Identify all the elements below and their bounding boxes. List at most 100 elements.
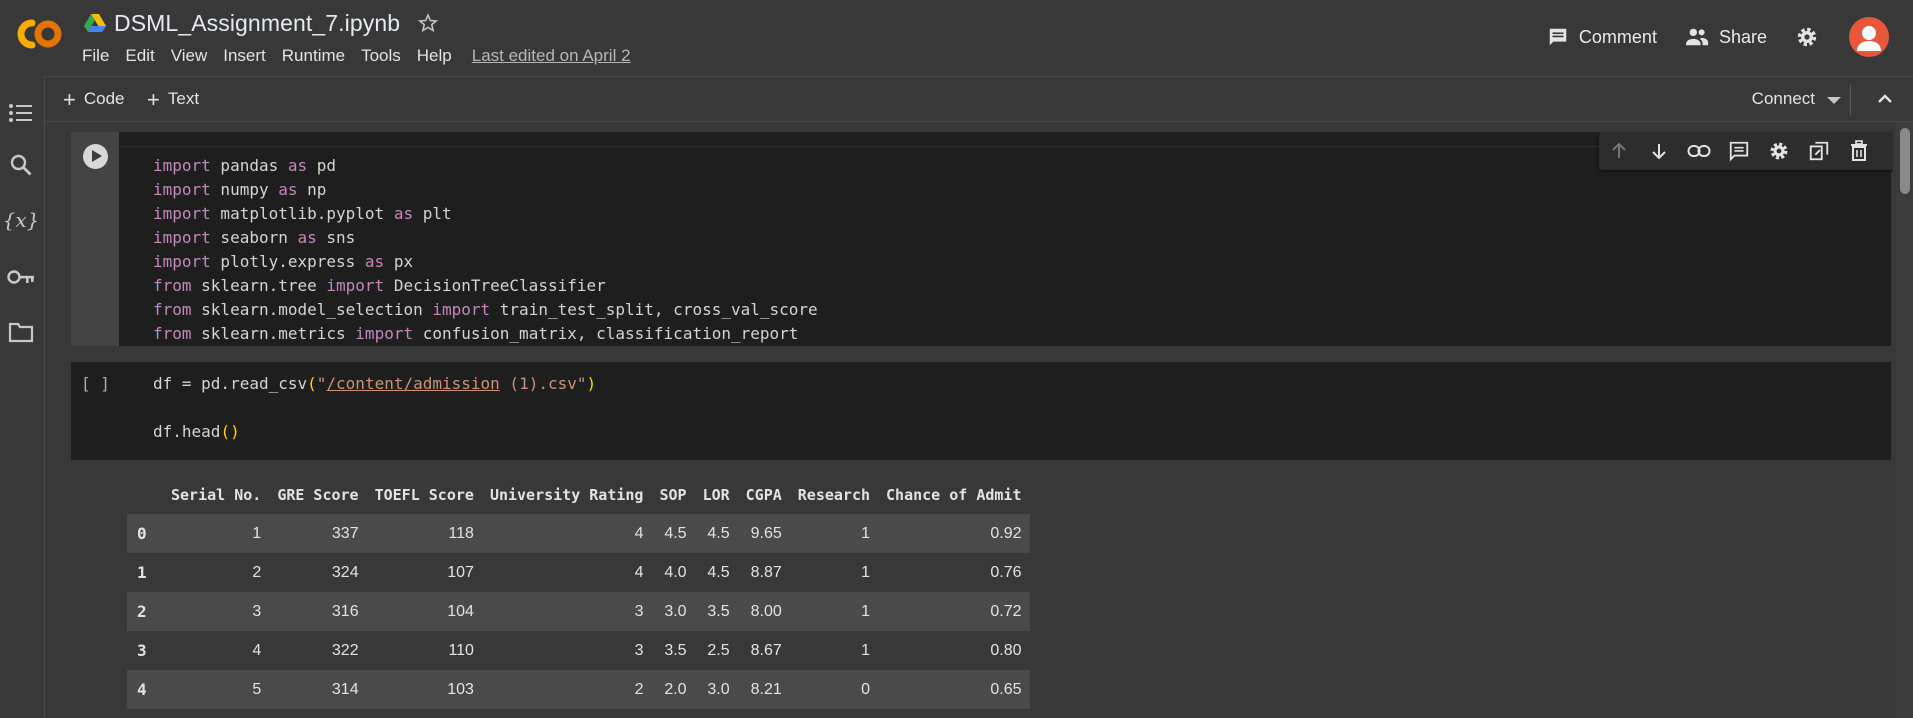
title-row: DSML_Assignment_7.ipynb: [84, 8, 439, 38]
column-header: Chance of Admit: [886, 486, 1022, 504]
avatar-person-icon: [1857, 26, 1881, 51]
menu-insert[interactable]: Insert: [223, 46, 266, 66]
run-cell-button[interactable]: [83, 144, 108, 169]
table-cell: 8.67: [750, 641, 782, 659]
table-cell: 3: [634, 641, 644, 659]
share-button[interactable]: Share: [1685, 26, 1767, 48]
code-line: from sklearn.metrics import confusion_ma…: [153, 324, 799, 343]
column-header: Serial No.: [171, 486, 262, 504]
files-button[interactable]: [6, 317, 36, 347]
notebook-main: import pandas as pd import numpy as np i…: [45, 122, 1893, 718]
table-cell: 1: [252, 524, 262, 542]
move-down-button[interactable]: [1639, 132, 1679, 170]
column-header: Research: [797, 486, 871, 504]
search-icon: [10, 154, 32, 176]
table-cell: 4: [634, 524, 644, 542]
code-cell[interactable]: [ ] df = pd.read_csv("/content/admission…: [71, 362, 1891, 460]
plus-icon: +: [63, 86, 76, 112]
code-cell[interactable]: import pandas as pd import numpy as np i…: [71, 132, 1893, 346]
table-cell: 0.80: [990, 641, 1022, 659]
add-text-button[interactable]: + Text: [147, 88, 199, 110]
scrollbar-thumb[interactable]: [1900, 128, 1910, 194]
table-cell: 8.00: [750, 602, 782, 620]
colab-logo[interactable]: [10, 14, 66, 54]
key-icon: [7, 270, 34, 284]
menu-runtime[interactable]: Runtime: [282, 46, 345, 66]
search-button[interactable]: [6, 150, 36, 180]
table-cell: 4.5: [664, 524, 687, 542]
table-cell: 118: [448, 524, 474, 542]
table-cell: 4.0: [664, 563, 687, 581]
cell-output: Serial No. GRE Score TOEFL Score Univers…: [127, 476, 1030, 709]
mirror-cell-button[interactable]: [1799, 132, 1839, 170]
table-row: 4 5 314 103 2 2.0 3.0 8.21 0 0.65: [127, 670, 1030, 709]
arrow-up-icon: [1612, 142, 1626, 158]
code-line: import pandas as pd: [153, 156, 337, 175]
arrow-down-icon: [1652, 144, 1666, 160]
copy-link-button[interactable]: [1679, 132, 1719, 170]
row-index: 3: [137, 641, 147, 660]
table-cell: 8.87: [750, 563, 782, 581]
table-of-contents-button[interactable]: [6, 98, 36, 128]
column-header: TOEFL Score: [374, 486, 474, 504]
add-code-button[interactable]: + Code: [63, 86, 125, 112]
table-cell: 1: [861, 524, 871, 542]
add-comment-button[interactable]: [1719, 132, 1759, 170]
table-cell: 3.5: [707, 602, 730, 620]
cell-execution-count[interactable]: [ ]: [81, 374, 110, 393]
code-line: import matplotlib.pyplot as plt: [153, 204, 452, 223]
cell-settings-button[interactable]: [1759, 132, 1799, 170]
table-cell: 4: [634, 563, 644, 581]
table-cell: 0.65: [990, 680, 1022, 698]
code-line: import numpy as np: [153, 180, 327, 199]
menu-file[interactable]: File: [82, 46, 109, 66]
variables-button[interactable]: {x}: [3, 205, 40, 235]
share-icon: [1685, 28, 1709, 46]
table-cell: 2: [252, 563, 262, 581]
table-cell: 0.76: [990, 563, 1022, 581]
table-header-row: Serial No. GRE Score TOEFL Score Univers…: [127, 476, 1030, 514]
left-rail: {x}: [0, 76, 45, 718]
code-line: from sklearn.model_selection import trai…: [153, 300, 818, 319]
notebook-title[interactable]: DSML_Assignment_7.ipynb: [114, 10, 400, 37]
menu-edit[interactable]: Edit: [125, 46, 154, 66]
connect-button[interactable]: Connect: [1752, 89, 1815, 109]
comment-icon: [1549, 28, 1567, 46]
gear-icon[interactable]: [1795, 25, 1819, 49]
table-row: 0 1 337 118 4 4.5 4.5 9.65 1 0.92: [127, 514, 1030, 553]
connect-dropdown-icon[interactable]: [1827, 97, 1841, 104]
menu-help[interactable]: Help: [417, 46, 452, 66]
table-cell: 4.5: [707, 524, 730, 542]
table-cell: 9.65: [750, 524, 782, 542]
last-edited-link[interactable]: Last edited on April 2: [472, 46, 631, 66]
table-cell: 0.92: [990, 524, 1022, 542]
row-index: 4: [137, 680, 147, 699]
move-up-button[interactable]: [1599, 132, 1639, 170]
table-cell: 4: [252, 641, 262, 659]
code-editor[interactable]: import pandas as pd import numpy as np i…: [153, 154, 818, 346]
comment-icon: [1729, 141, 1749, 162]
avatar[interactable]: [1849, 17, 1889, 57]
drive-icon[interactable]: [84, 13, 106, 33]
table-cell: 4.5: [707, 563, 730, 581]
table-cell: 2.0: [664, 680, 687, 698]
table-cell: 1: [861, 602, 871, 620]
code-editor[interactable]: df = pd.read_csv("/content/admission (1)…: [153, 372, 596, 444]
table-cell: 5: [252, 680, 262, 698]
secrets-button[interactable]: [6, 262, 36, 292]
more-actions-button[interactable]: [1879, 132, 1893, 170]
vertical-scrollbar[interactable]: [1896, 122, 1913, 718]
table-row: 3 4 322 110 3 3.5 2.5 8.67 1 0.80: [127, 631, 1030, 670]
comment-button[interactable]: Comment: [1547, 26, 1657, 48]
chevron-up-icon[interactable]: [1875, 89, 1895, 109]
table-cell: 316: [331, 602, 359, 620]
delete-cell-button[interactable]: [1839, 132, 1879, 170]
table-row: 1 2 324 107 4 4.0 4.5 8.87 1 0.76: [127, 553, 1030, 592]
menu-tools[interactable]: Tools: [361, 46, 401, 66]
table-cell: 107: [447, 563, 474, 581]
table-cell: 8.21: [750, 680, 782, 698]
star-icon[interactable]: [418, 13, 439, 33]
table-cell: 2.5: [707, 641, 730, 659]
add-code-label: Code: [83, 89, 125, 108]
menu-view[interactable]: View: [171, 46, 208, 66]
